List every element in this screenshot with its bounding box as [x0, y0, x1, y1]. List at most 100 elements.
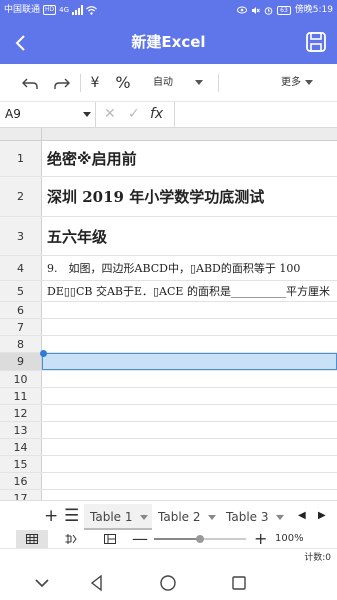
- table-row[interactable]: 14: [0, 439, 337, 456]
- cell[interactable]: [42, 456, 337, 472]
- fx-icon[interactable]: fx: [150, 102, 163, 127]
- page-layout-button[interactable]: [94, 530, 126, 548]
- add-sheet-button[interactable]: +: [44, 501, 58, 531]
- row-header[interactable]: 1: [0, 141, 42, 176]
- sheet-tab-1[interactable]: Table 1: [84, 504, 152, 530]
- carrier-label: 中国联通: [4, 5, 41, 15]
- freeze-panes-icon: [65, 534, 77, 544]
- chevron-down-icon: [276, 515, 285, 520]
- more-menu-button[interactable]: 更多: [272, 64, 322, 102]
- row-header[interactable]: 16: [0, 473, 42, 489]
- zoom-out-button[interactable]: —: [132, 530, 148, 548]
- table-row[interactable]: 4 9. 如图，四边形ABCD中，▯ABD的面积等于 100: [0, 256, 337, 281]
- cell[interactable]: [42, 490, 337, 500]
- zoom-slider[interactable]: [154, 535, 246, 543]
- toolbar-divider: [218, 74, 219, 92]
- nav-recents-icon[interactable]: [230, 574, 248, 592]
- page-layout-icon: [104, 534, 116, 544]
- undo-button[interactable]: [16, 64, 44, 102]
- table-row[interactable]: 5 DE▯▯CB 交AB于E．▯ACE 的面积是__________平方厘米: [0, 281, 337, 302]
- table-row[interactable]: 6: [0, 302, 337, 319]
- cell[interactable]: [42, 371, 337, 387]
- row-header[interactable]: 3: [0, 217, 42, 255]
- cell[interactable]: 绝密※启用前: [42, 141, 337, 176]
- table-row[interactable]: 7: [0, 319, 337, 336]
- row-header[interactable]: 5: [0, 281, 42, 301]
- cell[interactable]: 五六年级: [42, 217, 337, 255]
- row-header[interactable]: 15: [0, 456, 42, 472]
- cell[interactable]: 深圳 2019 年小学数学功底测试: [42, 177, 337, 216]
- cell[interactable]: 9. 如图，四边形ABCD中，▯ABD的面积等于 100: [42, 256, 337, 280]
- row-header[interactable]: 7: [0, 319, 42, 335]
- table-row[interactable]: 10: [0, 371, 337, 388]
- table-row[interactable]: 15: [0, 456, 337, 473]
- row-header[interactable]: 14: [0, 439, 42, 455]
- previous-sheet-icon[interactable]: ◀: [298, 501, 306, 531]
- confirm-edit-icon[interactable]: ✓: [128, 102, 140, 127]
- app-header: 中国联通 HD 4G 63 傍晚5:19 新建Excel: [0, 0, 337, 64]
- nav-home-icon[interactable]: [159, 574, 177, 592]
- next-sheet-icon[interactable]: ▶: [318, 501, 326, 531]
- table-row[interactable]: 1 绝密※启用前: [0, 141, 337, 177]
- row-header[interactable]: 17: [0, 490, 42, 500]
- normal-view-button[interactable]: [16, 530, 48, 548]
- cell[interactable]: [42, 302, 337, 318]
- status-left: 中国联通 HD 4G: [4, 0, 97, 20]
- table-row[interactable]: 8: [0, 336, 337, 353]
- row-header[interactable]: 6: [0, 302, 42, 318]
- cell[interactable]: [42, 319, 337, 335]
- row-header[interactable]: 10: [0, 371, 42, 387]
- cancel-edit-icon[interactable]: ✕: [104, 102, 116, 127]
- cell[interactable]: [42, 439, 337, 455]
- table-row[interactable]: 2 深圳 2019 年小学数学功底测试: [0, 177, 337, 217]
- sheet-tab-3[interactable]: Table 3: [220, 504, 288, 530]
- wifi-icon: [86, 5, 97, 15]
- table-row[interactable]: 13: [0, 422, 337, 439]
- table-row-selected[interactable]: 9: [0, 350, 337, 371]
- cell[interactable]: [42, 336, 337, 352]
- row-header[interactable]: 9: [0, 353, 42, 370]
- cell-reference-box[interactable]: A9: [0, 102, 96, 127]
- sheet-tab-2[interactable]: Table 2: [152, 504, 220, 530]
- cell[interactable]: [42, 388, 337, 404]
- row-header[interactable]: 2: [0, 177, 42, 216]
- chevron-down-icon: [83, 112, 91, 117]
- zoom-in-button[interactable]: +: [254, 530, 267, 548]
- save-icon[interactable]: [305, 31, 327, 53]
- cell[interactable]: [42, 405, 337, 421]
- redo-button[interactable]: [48, 64, 76, 102]
- more-menu-label: 更多: [281, 77, 301, 88]
- number-format-dropdown[interactable]: 自动: [142, 64, 214, 102]
- cell[interactable]: [42, 422, 337, 438]
- table-row[interactable]: 11: [0, 388, 337, 405]
- row-header[interactable]: 12: [0, 405, 42, 421]
- cell[interactable]: [42, 473, 337, 489]
- sheet-list-menu-icon[interactable]: ☰: [64, 501, 79, 531]
- grid-view-icon: [26, 534, 38, 544]
- select-all-corner[interactable]: [0, 128, 42, 141]
- nav-back-icon[interactable]: [88, 574, 106, 592]
- percent-format-button[interactable]: %: [110, 64, 136, 102]
- table-row[interactable]: 17: [0, 490, 337, 500]
- currency-format-button[interactable]: ¥: [84, 64, 106, 102]
- chevron-down-icon: [305, 79, 313, 85]
- page-title: 新建Excel: [131, 33, 206, 51]
- signal-icon: [72, 5, 84, 15]
- selected-cell[interactable]: [42, 353, 337, 370]
- clock-label: 傍晚5:19: [294, 5, 333, 15]
- selection-handle[interactable]: [40, 350, 47, 357]
- freeze-view-button[interactable]: [55, 530, 87, 548]
- zoom-slider-handle[interactable]: [196, 535, 204, 543]
- column-header-a[interactable]: [42, 128, 337, 141]
- row-header[interactable]: 4: [0, 256, 42, 280]
- hide-keyboard-icon[interactable]: [33, 574, 51, 592]
- cell[interactable]: DE▯▯CB 交AB于E．▯ACE 的面积是__________平方厘米: [42, 281, 337, 301]
- zoom-slider-fill: [154, 538, 200, 540]
- row-header[interactable]: 11: [0, 388, 42, 404]
- table-row[interactable]: 16: [0, 473, 337, 490]
- table-row[interactable]: 3 五六年级: [0, 217, 337, 256]
- row-header[interactable]: 8: [0, 336, 42, 352]
- row-header[interactable]: 13: [0, 422, 42, 438]
- spreadsheet-grid[interactable]: 1 绝密※启用前 2 深圳 2019 年小学数学功底测试 3 五六年级 4 9.…: [0, 128, 337, 500]
- table-row[interactable]: 12: [0, 405, 337, 422]
